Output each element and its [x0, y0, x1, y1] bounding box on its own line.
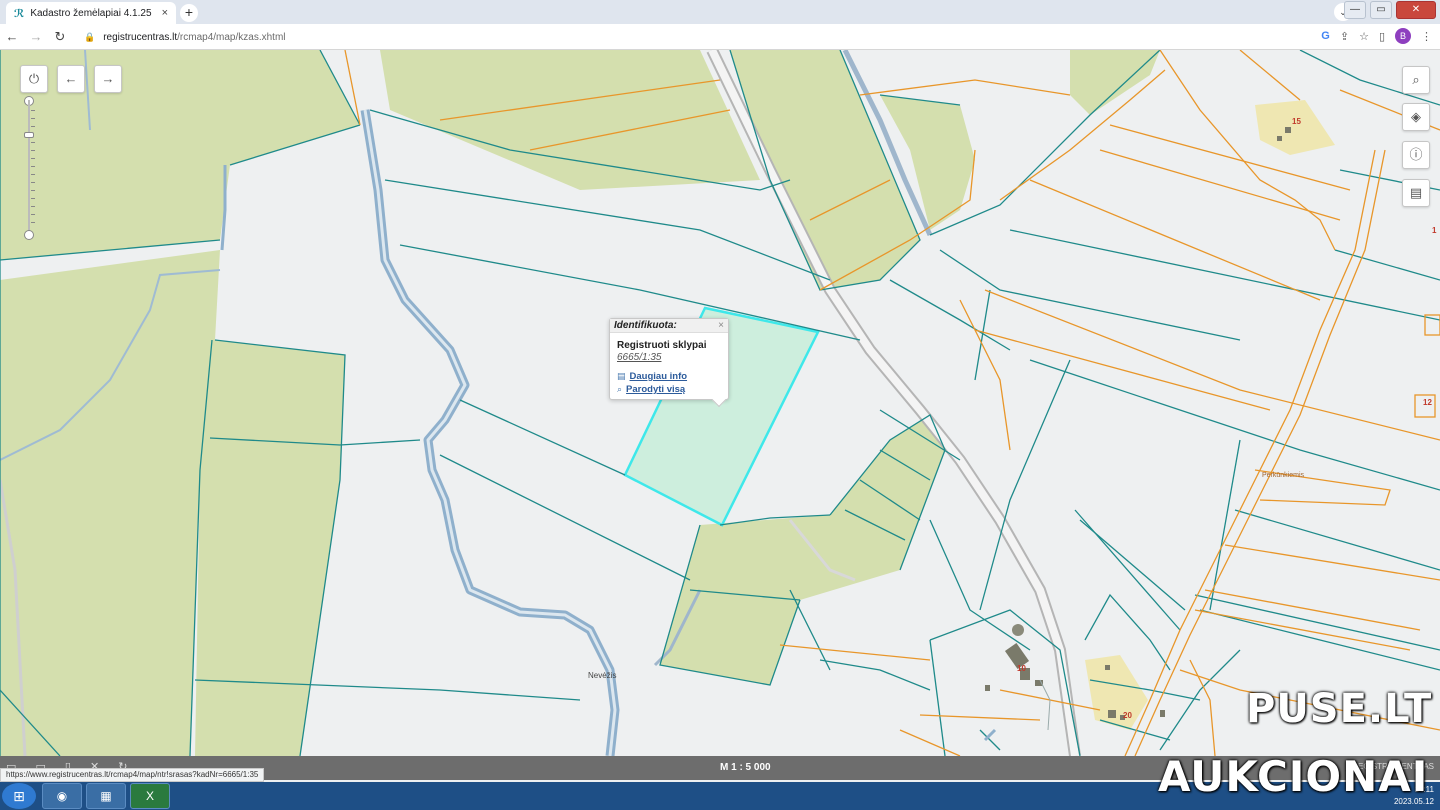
- zoom-slider[interactable]: [24, 96, 35, 240]
- identification-popup: Identifikuota: × Registruoti sklypai 666…: [609, 318, 729, 408]
- close-window-button[interactable]: ✕: [1396, 1, 1436, 19]
- bookmark-star-icon[interactable]: ☆: [1359, 30, 1369, 43]
- power-button[interactable]: ⏻: [20, 65, 48, 93]
- info-button[interactable]: ⓘ: [1402, 141, 1430, 169]
- magnifier-icon: ⌕: [617, 384, 623, 394]
- browser-tab-bar: ℛ Kadastro žemėlapiai 4.1.25 × + ⌄ — ▭ ✕: [0, 0, 1440, 24]
- parcel-number-1: 1: [1432, 226, 1437, 235]
- excel-taskbar-icon[interactable]: X: [130, 783, 170, 809]
- show-all-label: Parodyti visą: [626, 384, 686, 395]
- popup-header: Identifikuota:: [610, 319, 728, 333]
- map-back-button[interactable]: ←: [57, 65, 85, 93]
- parcel-id-link[interactable]: 6665/1:35: [617, 352, 728, 363]
- tab-close-icon[interactable]: ×: [162, 7, 168, 19]
- more-info-label: Daugiau info: [629, 371, 688, 382]
- zoom-knob[interactable]: [24, 132, 34, 138]
- explorer-taskbar-icon[interactable]: ▦: [86, 783, 126, 809]
- registrucentras-favicon-icon: ℛ: [14, 7, 25, 20]
- more-info-link[interactable]: ▤ Daugiau info: [617, 371, 728, 382]
- river-label: Nevėžis: [588, 671, 617, 680]
- minimize-button[interactable]: —: [1344, 1, 1366, 19]
- river-nevezis: [360, 109, 620, 756]
- watermark-aukcionai: AUKCIONAI: [1158, 752, 1429, 801]
- browser-actions: G ⇪ ☆ ▯ B ⋮: [1321, 28, 1432, 44]
- popup-close-icon[interactable]: ×: [718, 320, 724, 331]
- map-search-button[interactable]: ⌕: [1402, 66, 1430, 94]
- watermark-puse: PUSE.LT: [1246, 686, 1433, 732]
- url-path: /rcmap4/map/kzas.xhtml: [177, 31, 286, 43]
- map-scale: M 1 : 5 000: [720, 762, 771, 773]
- buildings: [985, 127, 1291, 720]
- side-panel-icon[interactable]: ▯: [1379, 30, 1385, 43]
- parcel-number-15: 15: [1292, 117, 1301, 126]
- maximize-button[interactable]: ▭: [1370, 1, 1392, 19]
- show-all-link[interactable]: ⌕ Parodyti visą: [617, 384, 728, 395]
- start-button[interactable]: ⊞: [2, 783, 36, 809]
- zoom-track[interactable]: [28, 100, 30, 236]
- status-bar-url: https://www.registrucentras.lt/rcmap4/ma…: [0, 768, 265, 782]
- forward-button[interactable]: →: [24, 29, 48, 44]
- window-controls: — ▭ ✕: [1344, 1, 1436, 19]
- profile-avatar[interactable]: B: [1395, 28, 1411, 44]
- new-tab-button[interactable]: +: [180, 4, 198, 22]
- zoom-out-handle[interactable]: [24, 230, 34, 240]
- parcel-number-10: 10: [1017, 664, 1026, 673]
- document-icon: ▤: [617, 371, 626, 381]
- popup-title: Registruoti sklypai: [617, 340, 707, 351]
- browser-menu-icon[interactable]: ⋮: [1421, 30, 1432, 43]
- reload-button[interactable]: ↻: [48, 29, 72, 45]
- document-button[interactable]: ▤: [1402, 179, 1430, 207]
- road-label: Perkūnkiemis: [1262, 472, 1305, 479]
- address-bar[interactable]: 🔒 registrucentras.lt /rcmap4/map/kzas.xh…: [78, 27, 1288, 47]
- layers-button[interactable]: ◈: [1402, 103, 1430, 131]
- parcel-number-20: 20: [1123, 711, 1132, 720]
- parcel-number-12: 12: [1423, 398, 1432, 407]
- share-icon[interactable]: ⇪: [1340, 30, 1349, 43]
- lock-icon: 🔒: [84, 31, 96, 42]
- browser-tab[interactable]: ℛ Kadastro žemėlapiai 4.1.25 ×: [6, 2, 176, 24]
- chrome-taskbar-icon[interactable]: ◉: [42, 783, 82, 809]
- browser-toolbar: ← → ↻ 🔒 registrucentras.lt /rcmap4/map/k…: [0, 24, 1440, 50]
- back-button[interactable]: ←: [0, 29, 24, 44]
- map-forward-button[interactable]: →: [94, 65, 122, 93]
- url-host: registrucentras.lt: [103, 31, 178, 43]
- google-icon[interactable]: G: [1321, 30, 1330, 42]
- tab-title: Kadastro žemėlapiai 4.1.25: [30, 7, 152, 19]
